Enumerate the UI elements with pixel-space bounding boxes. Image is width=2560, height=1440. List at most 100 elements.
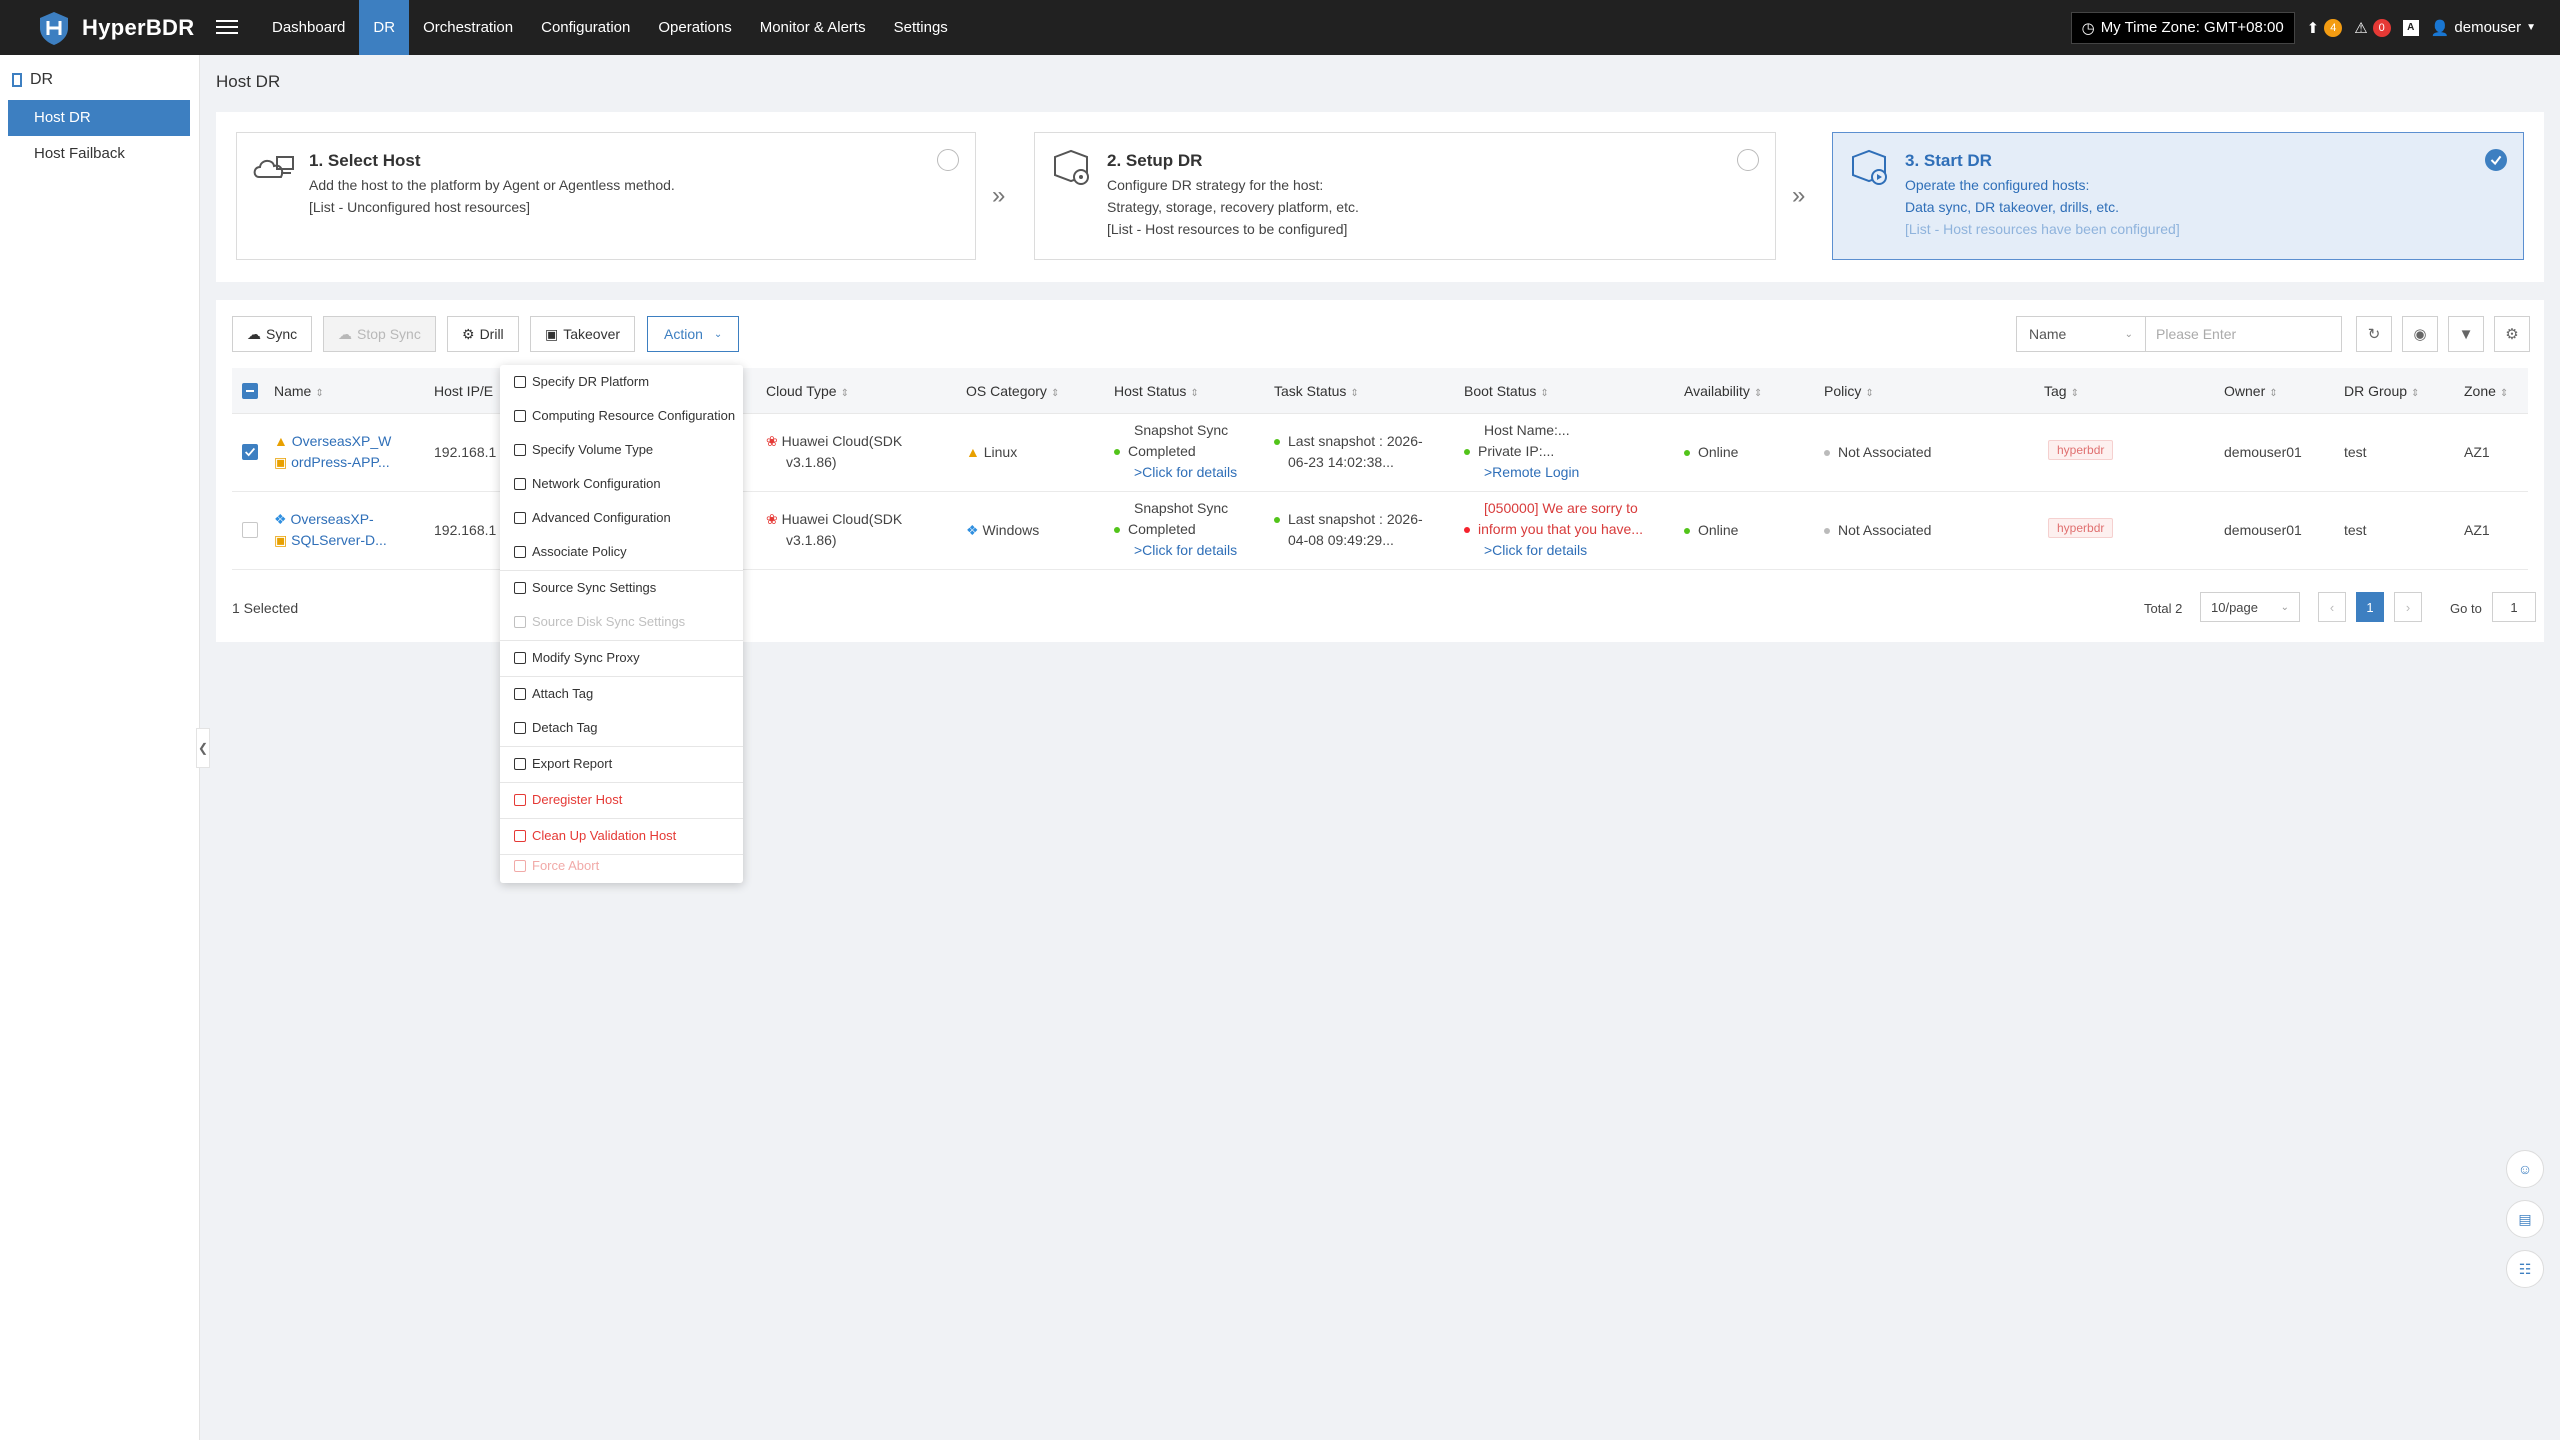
takeover-button[interactable]: ▣ Takeover [530, 316, 636, 352]
filter-icon[interactable]: ▼ [2448, 316, 2484, 352]
menu-export-report[interactable]: Export Report [500, 747, 743, 781]
menu-source-sync-settings[interactable]: Source Sync Settings [500, 571, 743, 605]
row-checkbox[interactable] [242, 444, 258, 460]
availability: Online [1684, 520, 1738, 541]
menu-specify-volume-type[interactable]: Specify Volume Type [500, 433, 743, 467]
menu-force-abort[interactable]: Force Abort [500, 849, 743, 883]
select-all-checkbox[interactable] [242, 383, 258, 399]
cloud-icon: ☁ [338, 325, 352, 342]
menu-deregister-host[interactable]: Deregister Host [500, 783, 743, 817]
gear-icon[interactable]: ⚙ [2494, 316, 2530, 352]
alerts[interactable]: ⚠ 0 [2354, 18, 2391, 37]
sidebar-item-host-dr[interactable]: Host DR [8, 100, 190, 136]
stop-sync-button[interactable]: ☁ Stop Sync [323, 316, 436, 352]
action-dropdown-button[interactable]: Action ⌄ [647, 316, 740, 352]
click-details-link[interactable]: >Click for details [1114, 462, 1237, 483]
nav-configuration[interactable]: Configuration [527, 0, 644, 55]
column-header[interactable]: Cloud Type ⇕ [766, 368, 849, 417]
menu-modify-sync-proxy[interactable]: Modify Sync Proxy [500, 641, 743, 675]
prev-page-button[interactable]: ‹ [2318, 592, 2346, 622]
goto-page-input[interactable]: 1 [2492, 592, 2536, 622]
search-input[interactable] [2146, 316, 2342, 352]
column-header[interactable]: Boot Status ⇕ [1464, 368, 1549, 417]
click-details-link[interactable]: >Click for details [1464, 540, 1643, 561]
menu-attach-tag[interactable]: Attach Tag [500, 677, 743, 711]
step-radio[interactable] [937, 149, 959, 171]
page-number-button[interactable]: 1 [2356, 592, 2384, 622]
sync-button[interactable]: ☁ Sync [232, 316, 313, 352]
host-name[interactable]: ▲ OverseasXP_W ▣ ordPress-APP... [274, 431, 391, 473]
building-icon [12, 73, 22, 87]
start-box-icon [1852, 149, 1887, 185]
menu-toggle-icon[interactable] [216, 16, 238, 38]
user-icon: 👤 [2430, 19, 2450, 37]
menu-associate-policy[interactable]: Associate Policy [500, 535, 743, 569]
column-header[interactable]: DR Group ⇕ [2344, 368, 2419, 417]
linux-icon: ▲ [274, 433, 288, 449]
sidebar-collapse-icon[interactable]: ❮ [196, 728, 210, 768]
owner: demouser01 [2224, 522, 2302, 538]
column-header[interactable]: Policy ⇕ [1824, 368, 1874, 417]
nav-dashboard[interactable]: Dashboard [258, 0, 359, 55]
host-icon: ▣ [274, 532, 288, 548]
task-status: Last snapshot : 2026- 06-23 14:02:38... [1274, 431, 1423, 473]
step-select-host[interactable]: 1. Select Host Add the host to the platf… [236, 132, 976, 260]
nav-settings[interactable]: Settings [880, 0, 962, 55]
column-header[interactable]: Task Status ⇕ [1274, 368, 1359, 417]
step-setup-dr[interactable]: 2. Setup DR Configure DR strategy for th… [1034, 132, 1776, 260]
os-category: ▲ Linux [966, 444, 1018, 460]
language-switch[interactable]: A [2402, 19, 2419, 36]
host-name[interactable]: ❖ OverseasXP- ▣ SQLServer-D... [274, 509, 387, 551]
export-icon [514, 758, 526, 770]
remote-login-link[interactable]: >Remote Login [1464, 462, 1579, 483]
step-radio[interactable] [1737, 149, 1759, 171]
boot-status: [050000] We are sorry to inform you that… [1464, 498, 1643, 561]
timezone-display[interactable]: ◷ My Time Zone: GMT+08:00 [2070, 11, 2295, 44]
nav-dr[interactable]: DR [359, 0, 410, 55]
drill-button[interactable]: ⚙ Drill [447, 316, 519, 352]
selected-count: 1 Selected [232, 600, 299, 616]
column-header[interactable]: OS Category ⇕ [966, 368, 1059, 417]
column-header[interactable]: Tag ⇕ [2044, 368, 2079, 417]
step-title: 2. Setup DR [1107, 151, 1203, 170]
user-menu[interactable]: 👤 demouser ▼ [2431, 19, 2536, 37]
robot-assistant-icon[interactable]: ☺ [2506, 1150, 2544, 1188]
logo[interactable]: HyperBDR [36, 0, 194, 55]
column-header[interactable]: Availability ⇕ [1684, 368, 1762, 417]
column-header[interactable]: Owner ⇕ [2224, 368, 2278, 417]
column-header[interactable]: Host Status ⇕ [1114, 368, 1199, 417]
chevron-down-icon: ⌄ [2124, 328, 2133, 340]
nav-monitor-alerts[interactable]: Monitor & Alerts [746, 0, 880, 55]
page-size-select[interactable]: 10/page ⌄ [2200, 592, 2300, 622]
menu-source-disk-sync-settings[interactable]: Source Disk Sync Settings [500, 605, 743, 639]
step-check-icon[interactable] [2485, 149, 2507, 171]
menu-clean-up-validation-host[interactable]: Clean Up Validation Host [500, 819, 743, 853]
nav-orchestration[interactable]: Orchestration [409, 0, 527, 55]
takeover-icon: ▣ [545, 325, 559, 342]
book-icon[interactable]: ▤ [2506, 1200, 2544, 1238]
menu-network-configuration[interactable]: Network Configuration [500, 467, 743, 501]
settings-box-icon [1054, 149, 1089, 185]
column-header[interactable]: Name ⇕ [274, 368, 324, 417]
top-bar: HyperBDR Dashboard DR Orchestration Conf… [0, 0, 2560, 55]
menu-advanced-configuration[interactable]: Advanced Configuration [500, 501, 743, 535]
filter-field-select[interactable]: Name ⌄ [2016, 316, 2146, 352]
menu-specify-dr-platform[interactable]: Specify DR Platform [500, 365, 743, 399]
click-details-link[interactable]: >Click for details [1114, 540, 1237, 561]
clipboard-icon[interactable]: ☷ [2506, 1250, 2544, 1288]
sidebar-item-host-failback[interactable]: Host Failback [8, 136, 190, 172]
availability: Online [1684, 442, 1738, 463]
step-start-dr[interactable]: 3. Start DR Operate the configured hosts… [1832, 132, 2524, 260]
double-chevron-right-icon: » [992, 182, 1006, 209]
refresh-icon[interactable]: ↻ [2356, 316, 2392, 352]
menu-computing-resource-configuration[interactable]: Computing Resource Configuration [500, 399, 743, 433]
hyperbdr-logo-icon [40, 11, 68, 45]
row-checkbox[interactable] [242, 522, 258, 538]
column-header[interactable]: Host IP/E [434, 368, 493, 414]
tag-icon[interactable]: ◉ [2402, 316, 2438, 352]
menu-detach-tag[interactable]: Detach Tag [500, 711, 743, 745]
column-header[interactable]: Zone ⇕ [2464, 368, 2508, 417]
upload-tasks[interactable]: ⬆ 4 [2307, 18, 2343, 37]
next-page-button[interactable]: › [2394, 592, 2422, 622]
nav-operations[interactable]: Operations [644, 0, 745, 55]
